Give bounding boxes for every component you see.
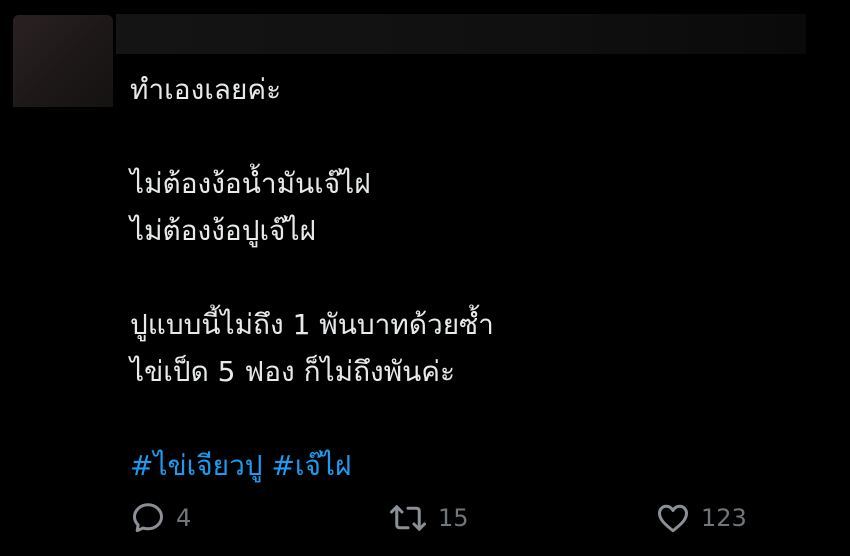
- tweet-line: ไข่เป็ด 5 ฟอง ก็ไม่ถึงพันค่ะ: [130, 355, 456, 388]
- retweet-icon: [388, 500, 428, 536]
- retweet-count: 15: [438, 504, 469, 532]
- heart-icon: [655, 500, 691, 536]
- hashtag-row: #ไข่เจียวปู #เจ๊ไฝ: [130, 442, 810, 489]
- tweet-line: ปูแบบนี้ไม่ถึง 1 พันบาทด้วยซ้ำ: [130, 308, 494, 341]
- tweet-line: ทำเองเลยค่ะ: [130, 73, 282, 106]
- hashtag-link[interactable]: #เจ๊ไฝ: [271, 449, 351, 482]
- like-count: 123: [701, 504, 747, 532]
- action-bar: 4 15 123: [0, 495, 850, 541]
- tweet-line: ไม่ต้องง้อปูเจ๊ไฝ: [130, 214, 316, 247]
- tweet-line: ไม่ต้องง้อน้ำมันเจ๊ไฝ: [130, 167, 371, 200]
- like-button[interactable]: 123: [655, 495, 747, 541]
- avatar[interactable]: [13, 15, 113, 107]
- hashtag-link[interactable]: #ไข่เจียวปู: [130, 449, 263, 482]
- reply-icon: [130, 500, 166, 536]
- tweet-header: [116, 14, 806, 54]
- tweet-card: ทำเองเลยค่ะ ไม่ต้องง้อน้ำมันเจ๊ไฝ ไม่ต้อ…: [0, 0, 850, 556]
- tweet-text: ทำเองเลยค่ะ ไม่ต้องง้อน้ำมันเจ๊ไฝ ไม่ต้อ…: [130, 66, 810, 489]
- reply-count: 4: [176, 504, 192, 532]
- retweet-button[interactable]: 15: [388, 495, 469, 541]
- reply-button[interactable]: 4: [130, 495, 191, 541]
